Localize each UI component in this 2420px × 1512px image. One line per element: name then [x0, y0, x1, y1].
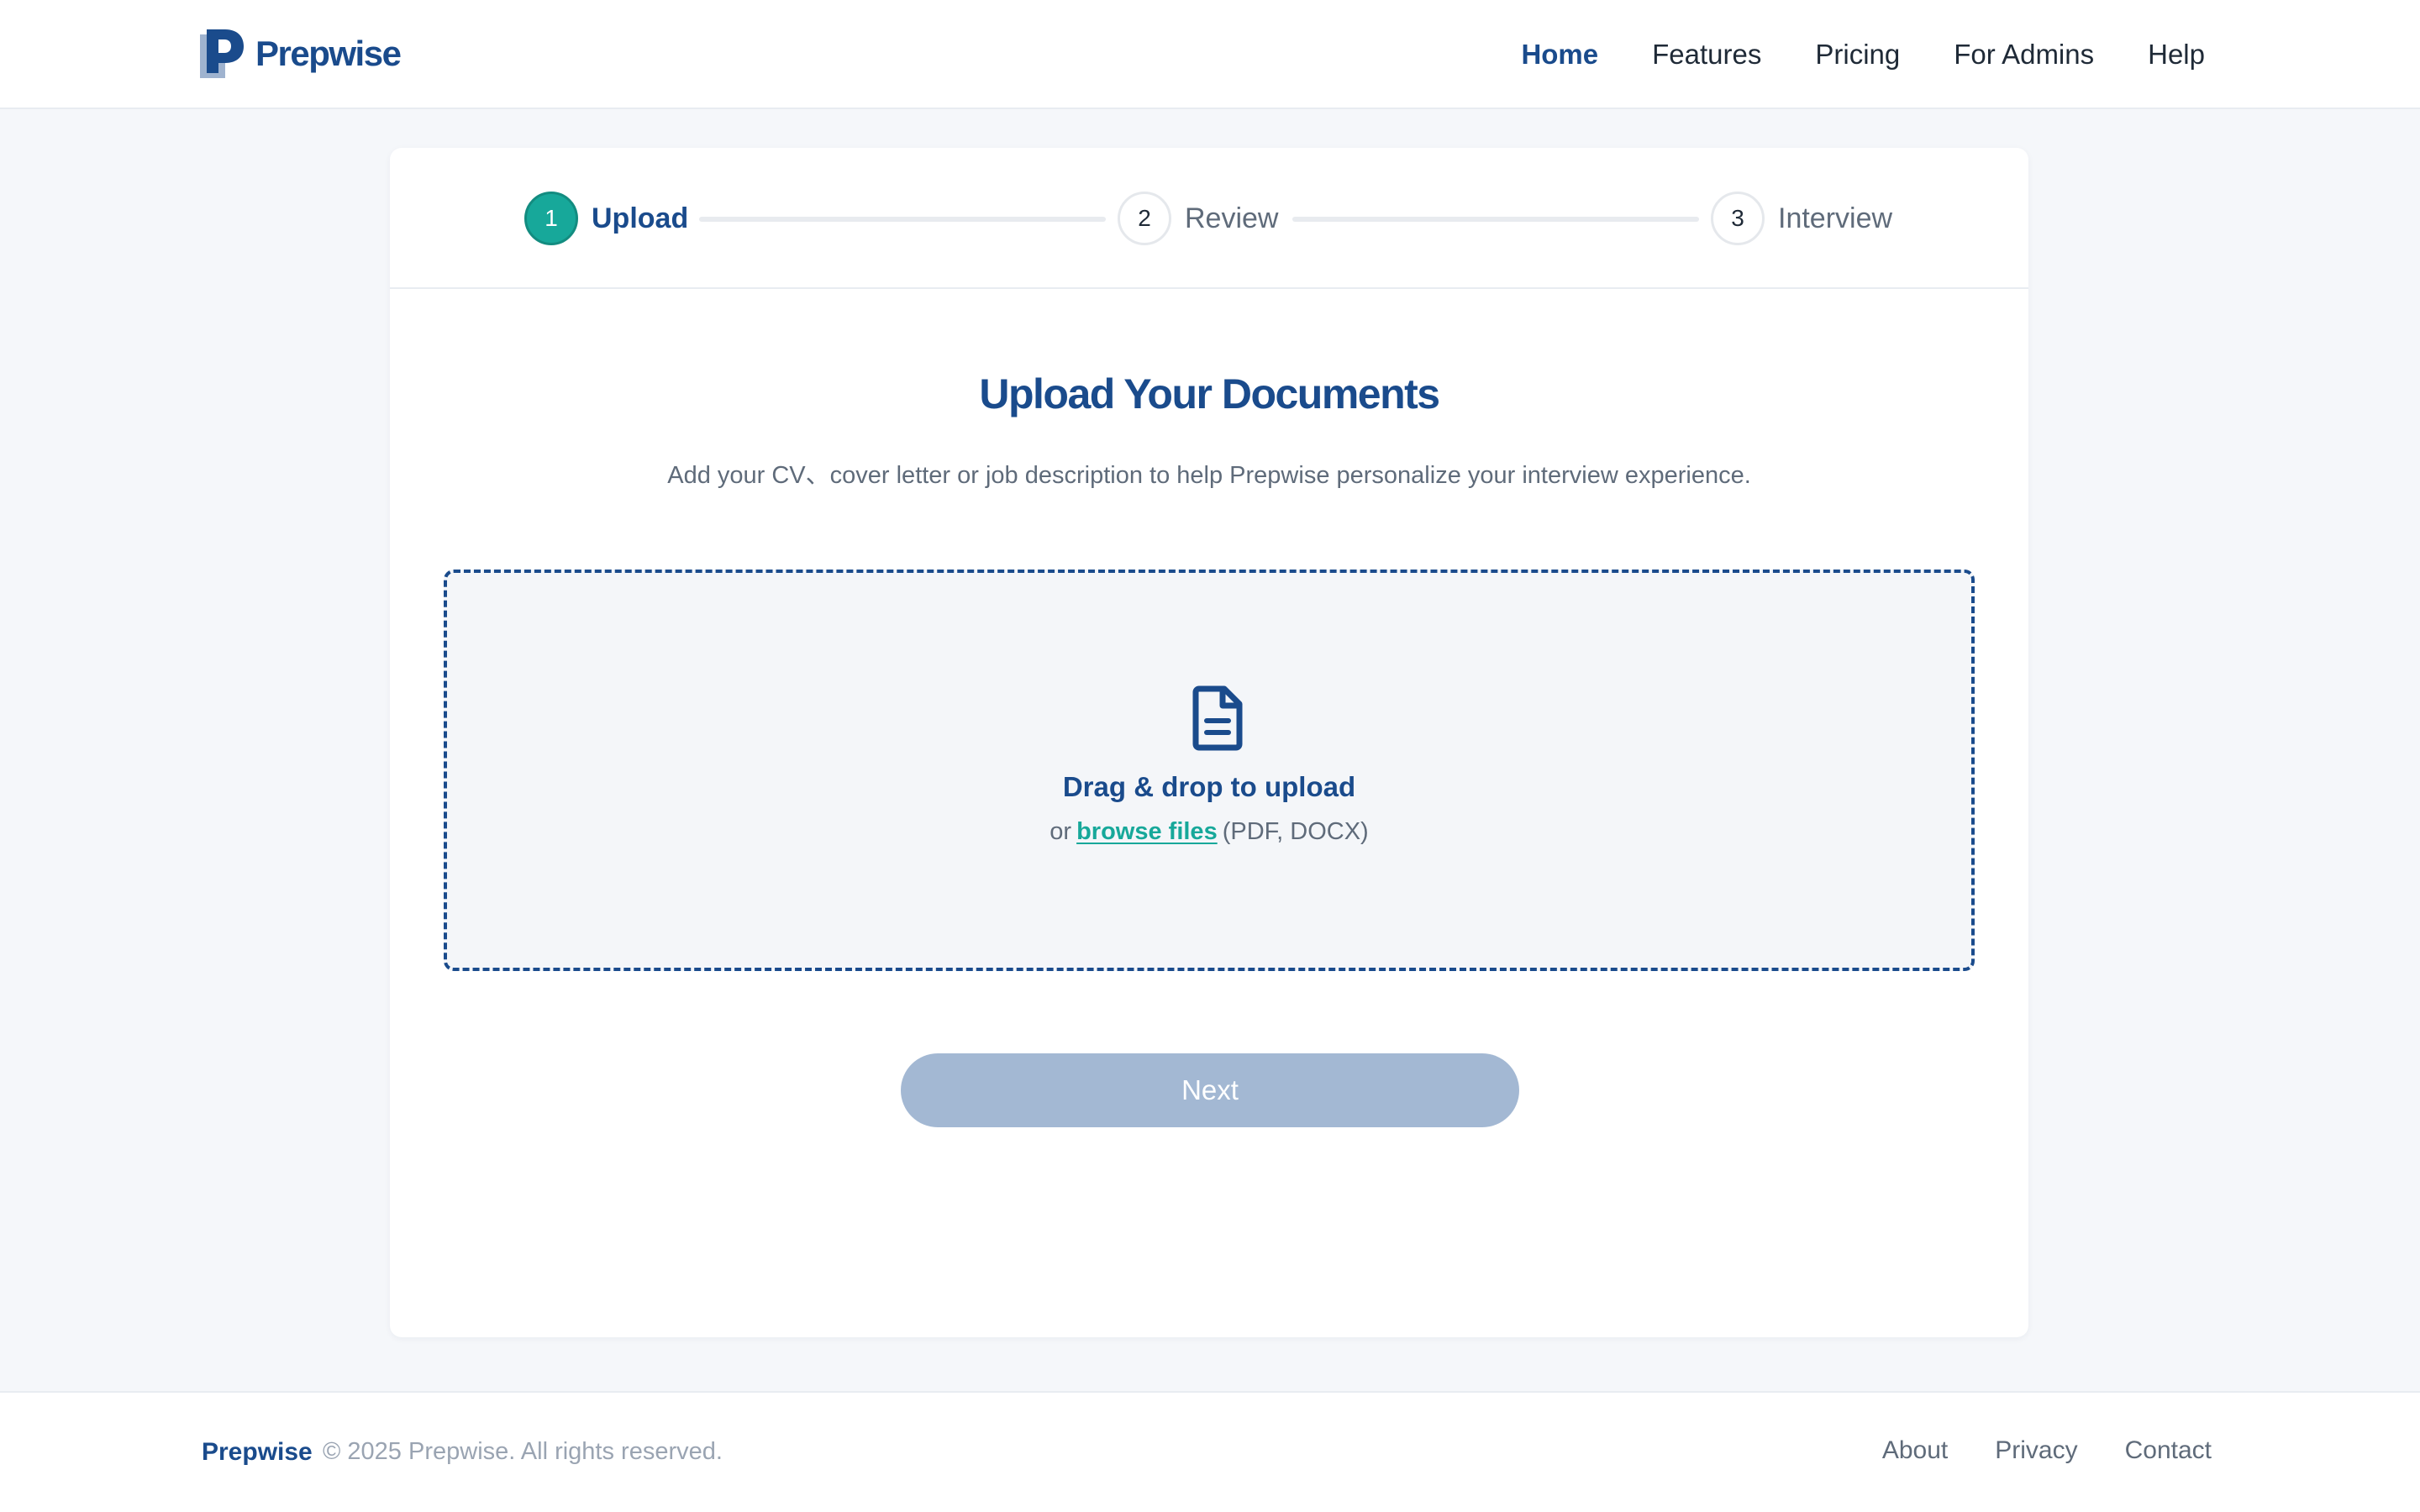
progress-stepper: 1 Upload 2 Review 3 Interview: [390, 148, 2028, 289]
footer-copyright: © 2025 Prepwise. All rights reserved.: [323, 1438, 723, 1465]
prepwise-logo-icon: [200, 29, 244, 78]
step-label: Upload: [592, 202, 689, 234]
step-label: Review: [1185, 202, 1279, 234]
step-number-badge: 1: [524, 192, 578, 245]
step-interview[interactable]: 3 Interview: [1711, 192, 1892, 245]
dropzone-or-text: or: [1050, 818, 1072, 845]
accepted-formats: (PDF, DOCX): [1222, 818, 1369, 845]
step-number-badge: 3: [1711, 192, 1765, 245]
footer-links: About Privacy Contact: [1882, 1436, 2212, 1465]
step-number-badge: 2: [1118, 192, 1171, 245]
nav-home[interactable]: Home: [1521, 39, 1598, 71]
nav-features[interactable]: Features: [1652, 39, 1761, 71]
browse-files-link[interactable]: browse files: [1076, 818, 1218, 845]
footer-link-privacy[interactable]: Privacy: [1995, 1436, 2077, 1465]
page-footer: Prepwise © 2025 Prepwise. All rights res…: [0, 1391, 2420, 1512]
next-button[interactable]: Next: [901, 1053, 1519, 1127]
footer-brand: Prepwise: [202, 1438, 313, 1466]
top-navbar: Prepwise Home Features Pricing For Admin…: [0, 0, 2420, 109]
upload-card: 1 Upload 2 Review 3 Interview Upload You…: [390, 148, 2028, 1337]
nav-help[interactable]: Help: [2148, 39, 2205, 71]
page-title: Upload Your Documents: [979, 370, 1440, 417]
nav-pricing[interactable]: Pricing: [1815, 39, 1900, 71]
brand-name: Prepwise: [255, 34, 402, 73]
document-icon: [1192, 685, 1243, 751]
nav-for-admins[interactable]: For Admins: [1954, 39, 2094, 71]
step-connector: [699, 217, 1106, 222]
step-review[interactable]: 2 Review: [1118, 192, 1278, 245]
step-label: Interview: [1778, 202, 1893, 234]
dropzone-title: Drag & drop to upload: [1062, 771, 1356, 802]
step-upload[interactable]: 1 Upload: [524, 192, 688, 245]
file-dropzone[interactable]: Drag & drop to upload or browse files (PDF…: [444, 570, 1975, 971]
footer-link-contact[interactable]: Contact: [2125, 1436, 2212, 1465]
brand-logo[interactable]: Prepwise: [200, 29, 402, 79]
main-nav: Home Features Pricing For Admins Help: [1521, 0, 2205, 109]
page-subtitle: Add your CV、cover letter or job descript…: [667, 462, 1751, 489]
step-connector: [1292, 217, 1699, 222]
footer-link-about[interactable]: About: [1882, 1436, 1948, 1465]
dropzone-hint: or browse files (PDF, DOCX): [447, 818, 1971, 846]
